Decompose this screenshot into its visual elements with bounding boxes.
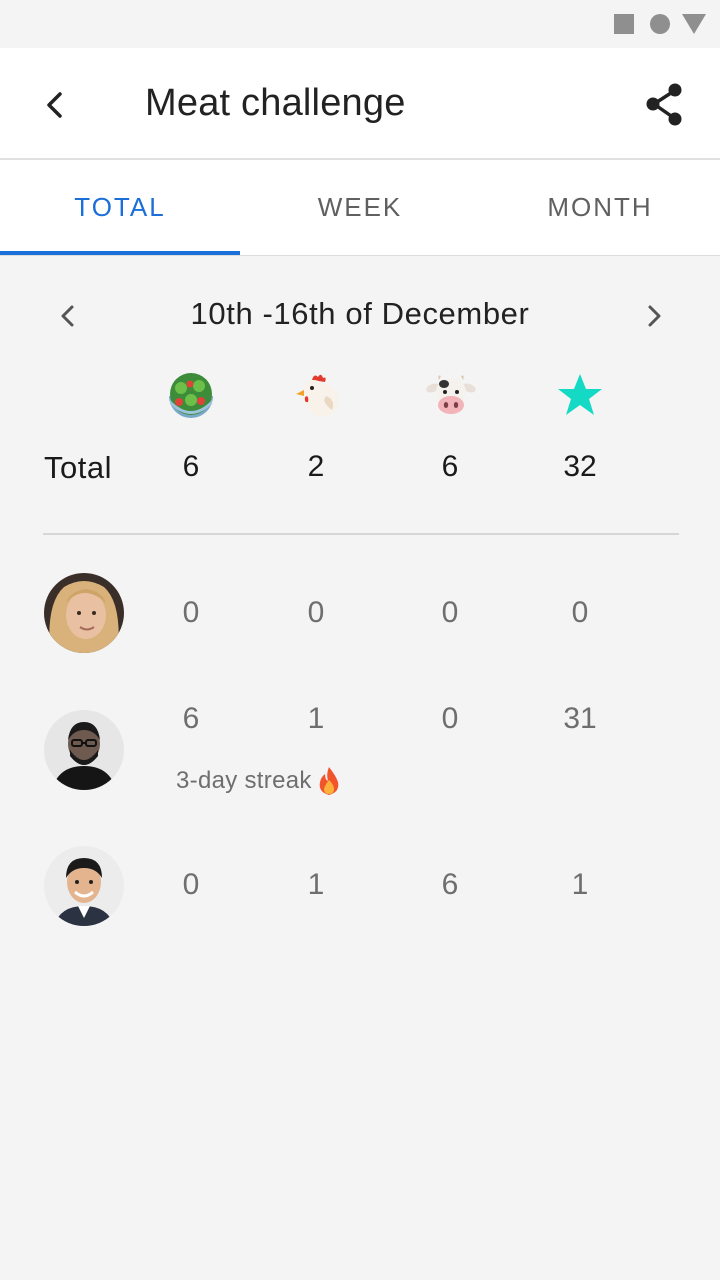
tab-week[interactable]: WEEK <box>240 160 480 254</box>
cow-icon <box>421 366 481 426</box>
tab-month[interactable]: MONTH <box>480 160 720 254</box>
back-arrow-icon <box>47 92 62 118</box>
streak-label: 3-day streak <box>176 767 312 794</box>
participant-1-cow: 0 <box>441 596 459 629</box>
total-chicken-value: 2 <box>307 450 325 483</box>
participant-3-salad: 0 <box>182 868 200 901</box>
total-salad-value: 6 <box>182 450 200 483</box>
participant-3-chicken: 1 <box>307 868 325 901</box>
participant-3-star: 1 <box>571 868 589 901</box>
avatar[interactable] <box>44 846 124 926</box>
previous-period-button[interactable] <box>50 298 86 334</box>
participant-2-salad: 6 <box>182 702 200 735</box>
tab-indicator <box>0 251 240 255</box>
status-bar <box>0 0 720 48</box>
tab-bar: TOTAL WEEK MONTH <box>0 160 720 256</box>
fire-icon <box>319 767 338 795</box>
app-bar: Meat challenge <box>0 48 720 158</box>
avatar[interactable] <box>44 710 124 790</box>
star-icon <box>550 366 610 426</box>
circle-icon <box>650 14 670 34</box>
streak-badge: 3-day streak <box>176 766 342 796</box>
participant-2-chicken: 1 <box>307 702 325 735</box>
participant-1-star: 0 <box>571 596 589 629</box>
square-icon <box>614 14 634 34</box>
share-button[interactable] <box>638 78 692 132</box>
participant-1-chicken: 0 <box>307 596 325 629</box>
tab-total[interactable]: TOTAL <box>0 160 240 254</box>
triangle-icon <box>682 14 706 34</box>
date-range-label: 10th -16th of December <box>190 296 530 331</box>
participant-1-salad: 0 <box>182 596 200 629</box>
salad-icon <box>161 366 221 426</box>
page-title: Meat challenge <box>145 82 406 124</box>
back-button[interactable] <box>30 80 80 130</box>
total-cow-value: 6 <box>441 450 459 483</box>
total-star-value: 32 <box>563 450 597 483</box>
participant-2-cow: 0 <box>441 702 459 735</box>
chicken-icon <box>286 366 346 426</box>
share-icon <box>646 83 682 126</box>
total-label: Total <box>44 450 112 485</box>
chevron-right-icon <box>648 305 661 327</box>
totals-divider <box>43 533 679 535</box>
participant-2-star: 31 <box>563 702 597 735</box>
avatar[interactable] <box>44 573 124 653</box>
chevron-left-icon <box>61 305 74 327</box>
next-period-button[interactable] <box>636 298 672 334</box>
participant-3-cow: 6 <box>441 868 459 901</box>
